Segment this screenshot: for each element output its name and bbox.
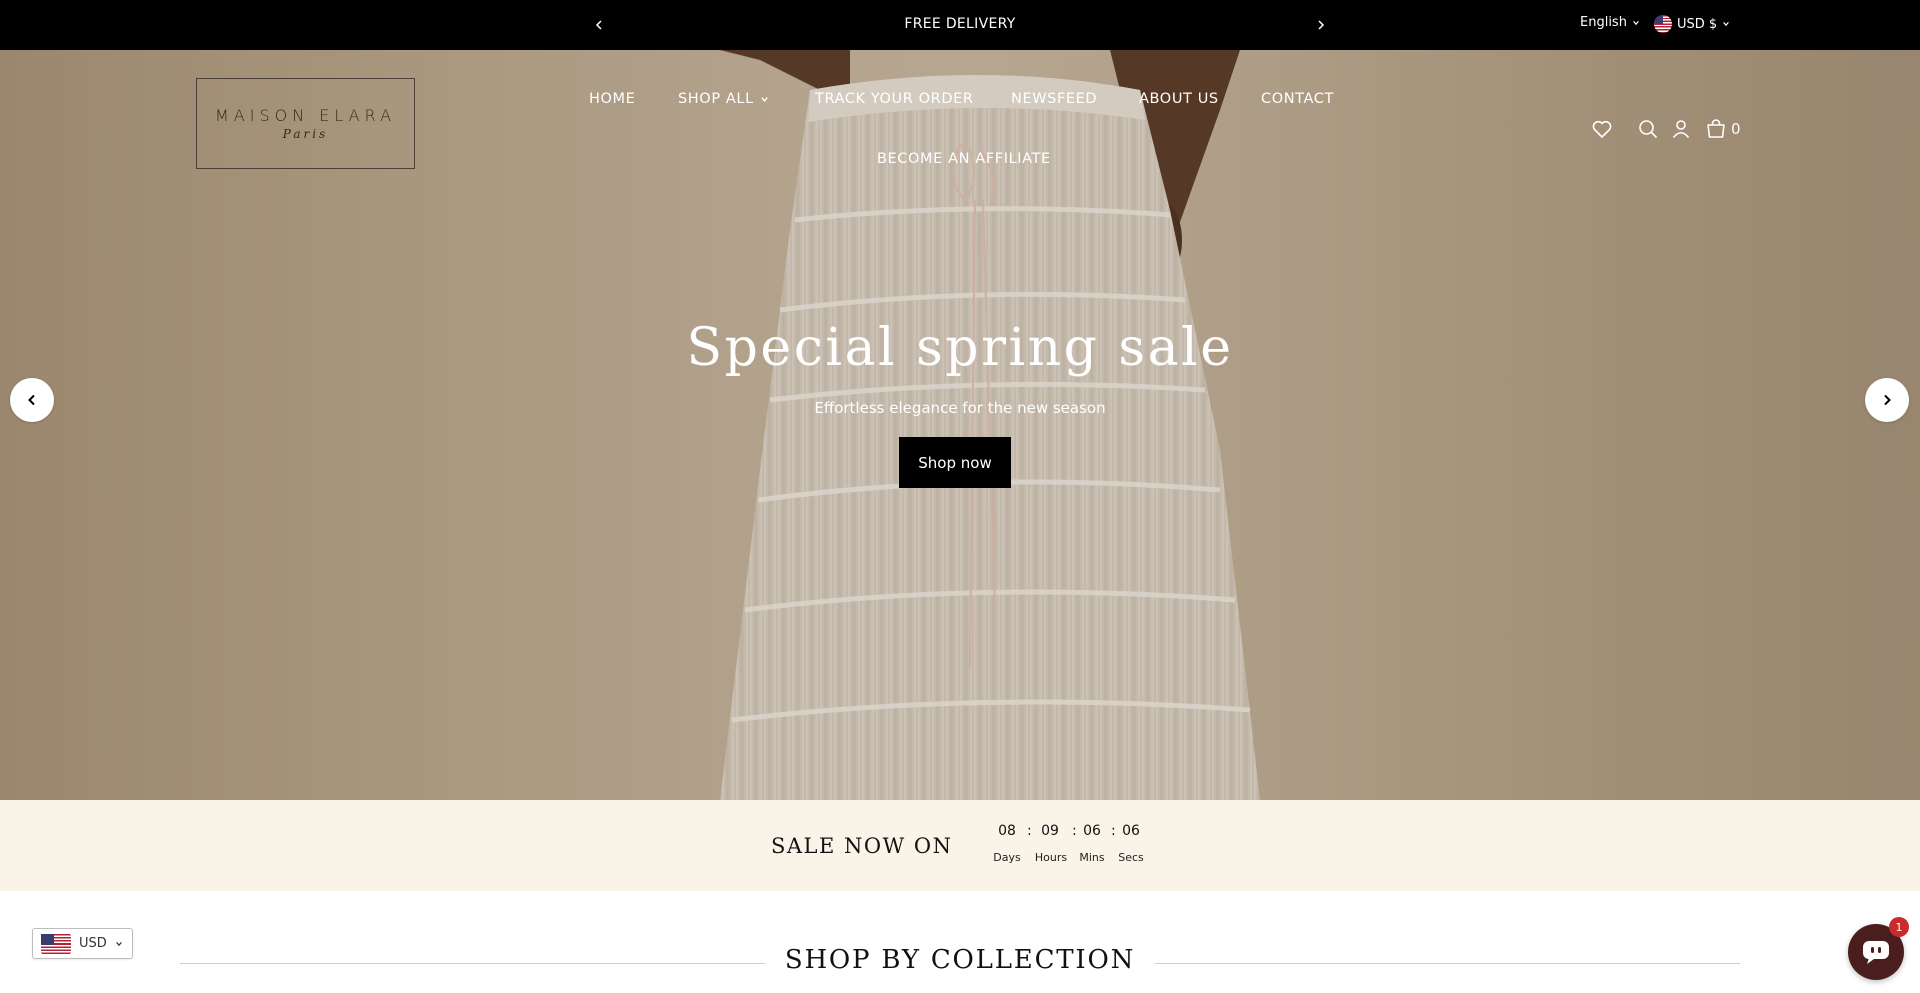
cart-count: 0 [1731, 120, 1741, 138]
chevron-left-icon [28, 394, 35, 406]
slide-next-button[interactable] [1865, 378, 1909, 422]
brand-name: MAISON ELARA [214, 106, 397, 125]
countdown-hours-label: Hours [1034, 851, 1068, 864]
countdown-separator: : [1111, 823, 1116, 839]
countdown-title: SALE NOW ON [771, 834, 953, 858]
brand-logo[interactable]: MAISON ELARA Paris [196, 78, 415, 169]
currency-label: USD $ [1677, 16, 1718, 32]
countdown-secs-label: Secs [1118, 851, 1144, 864]
hero-title: Special spring sale [686, 318, 1234, 378]
countdown-secs: 06 [1122, 823, 1140, 839]
account-icon[interactable] [1669, 117, 1693, 141]
nav-shop-all-label: SHOP ALL [678, 91, 754, 107]
us-flag-icon [1654, 15, 1672, 33]
countdown-days-label: Days [993, 851, 1021, 864]
countdown-separator: : [1072, 823, 1077, 839]
chevron-right-icon [1884, 394, 1891, 406]
countdown-mins-label: Mins [1079, 851, 1105, 864]
chevron-down-icon [1633, 20, 1639, 25]
nav-about[interactable]: ABOUT US [1139, 91, 1219, 111]
sale-countdown: SALE NOW ON 08 Days : 09 Hours : 06 Mins… [0, 800, 1920, 891]
nav-track-order[interactable]: TRACK YOUR ORDER [815, 91, 974, 111]
countdown-mins: 06 [1083, 823, 1101, 839]
collection-heading-text: SHOP BY COLLECTION [764, 945, 1156, 975]
countdown-separator: : [1027, 823, 1032, 839]
shop-now-button[interactable]: Shop now [899, 437, 1011, 488]
cart-icon[interactable] [1704, 117, 1728, 141]
nav-contact[interactable]: CONTACT [1261, 91, 1334, 111]
currency-switcher[interactable]: USD [32, 928, 133, 959]
nav-affiliate[interactable]: BECOME AN AFFILIATE [877, 151, 1051, 171]
search-icon[interactable] [1636, 117, 1660, 141]
hero-subtitle: Effortless elegance for the new season [814, 399, 1106, 417]
brand-city: Paris [282, 127, 329, 141]
currency-selector[interactable]: USD $ [1654, 15, 1730, 33]
collection-heading: SHOP BY COLLECTION [0, 945, 1920, 975]
us-flag-icon [41, 933, 71, 954]
chevron-right-icon [1318, 20, 1325, 30]
heart-icon[interactable] [1590, 117, 1614, 141]
chevron-down-icon [761, 96, 768, 102]
announcement-bar: FREE DELIVERY English USD $ [0, 0, 1920, 50]
announcement-next-arrow[interactable] [1309, 13, 1333, 37]
language-selector[interactable]: English [1580, 15, 1640, 30]
currency-code: USD [79, 936, 107, 951]
nav-newsfeed[interactable]: NEWSFEED [1011, 91, 1097, 111]
nav-shop-all[interactable]: SHOP ALL [678, 91, 769, 111]
chevron-down-icon [1723, 22, 1730, 27]
language-label: English [1580, 15, 1627, 30]
slide-prev-button[interactable] [10, 378, 54, 422]
countdown-hours: 09 [1041, 823, 1059, 839]
chat-bubble-icon [1863, 941, 1889, 964]
countdown-days: 08 [998, 823, 1016, 839]
nav-home[interactable]: HOME [589, 91, 635, 111]
chevron-down-icon [115, 941, 122, 946]
chat-notification-badge: 1 [1889, 917, 1909, 937]
